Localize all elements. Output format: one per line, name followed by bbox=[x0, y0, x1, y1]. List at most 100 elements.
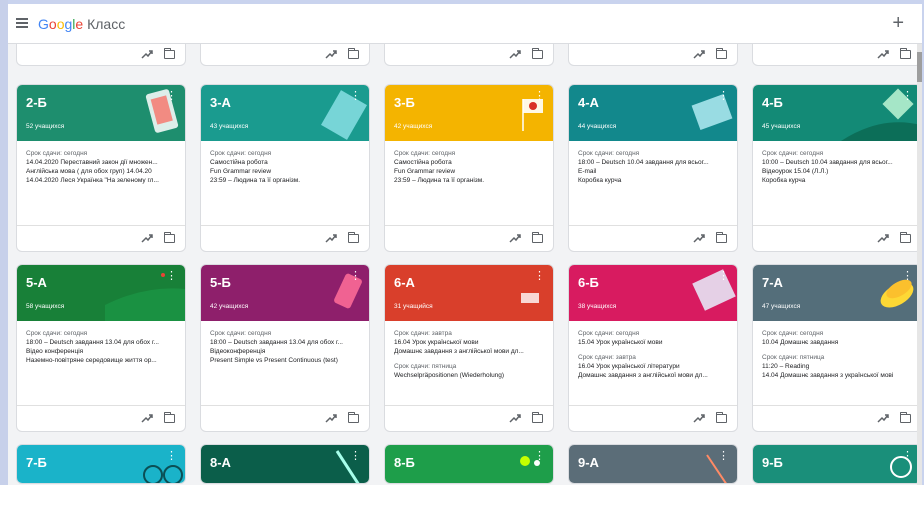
class-card-header[interactable]: 8-Б ⋮ bbox=[385, 445, 553, 483]
folder-icon[interactable] bbox=[532, 232, 543, 243]
assignment-link[interactable]: 14.04.2020 Леся Українка "На зеленому гл… bbox=[26, 176, 176, 185]
class-card-header[interactable]: 2-Б 52 учащихся ⋮ bbox=[17, 85, 185, 141]
class-card-header[interactable]: 4-Б 45 учащихся ⋮ bbox=[753, 85, 921, 141]
folder-icon[interactable] bbox=[348, 48, 359, 59]
assignment-link[interactable]: 23:59 – Людина та її організм. bbox=[394, 176, 544, 185]
class-card-header[interactable]: 5-А 58 учащихся ⋮ bbox=[17, 265, 185, 321]
assignment-link[interactable]: 18:00 – Deutsch завдання 13.04 для обох … bbox=[26, 338, 176, 347]
assignment-link[interactable]: Домашнє завдання з англійської мови дл..… bbox=[578, 371, 728, 380]
more-vert-icon[interactable]: ⋮ bbox=[718, 91, 729, 102]
class-name[interactable]: 7-Б bbox=[26, 455, 47, 470]
trending-up-icon[interactable] bbox=[509, 233, 521, 243]
plus-icon[interactable]: + bbox=[892, 13, 904, 33]
assignment-link[interactable]: 23:59 – Людина та її організм. bbox=[210, 176, 360, 185]
assignment-link[interactable]: Відеоурок 15.04 (Л.Л.) bbox=[762, 167, 912, 176]
assignment-link[interactable]: 10:00 – Deutsch 10.04 завдання для всьог… bbox=[762, 158, 912, 167]
assignment-link[interactable]: Самостійна робота bbox=[210, 158, 360, 167]
trending-up-icon[interactable] bbox=[141, 233, 153, 243]
more-vert-icon[interactable]: ⋮ bbox=[350, 451, 361, 462]
folder-icon[interactable] bbox=[900, 412, 911, 423]
class-card[interactable]: 8-А ⋮ bbox=[200, 444, 370, 484]
trending-up-icon[interactable] bbox=[693, 49, 705, 59]
class-name[interactable]: 9-А bbox=[578, 455, 599, 470]
assignment-link[interactable]: Відеоконференція bbox=[210, 347, 360, 356]
class-name[interactable]: 9-Б bbox=[762, 455, 783, 470]
folder-icon[interactable] bbox=[532, 412, 543, 423]
folder-icon[interactable] bbox=[164, 232, 175, 243]
class-card[interactable]: 3-Б 42 учащихся ⋮ Срок сдачи: сегодня Самост… bbox=[384, 84, 554, 252]
folder-icon[interactable] bbox=[532, 48, 543, 59]
folder-icon[interactable] bbox=[716, 48, 727, 59]
class-name[interactable]: 2-Б bbox=[26, 95, 47, 110]
assignment-link[interactable]: Коробка курча bbox=[762, 176, 912, 185]
more-vert-icon[interactable]: ⋮ bbox=[350, 91, 361, 102]
folder-icon[interactable] bbox=[900, 232, 911, 243]
class-card[interactable]: 4-Б 45 учащихся ⋮ Срок сдачи: сегодня 10:00 … bbox=[752, 84, 922, 252]
more-vert-icon[interactable]: ⋮ bbox=[718, 271, 729, 282]
class-card[interactable]: 5-А 58 учащихся ⋮ Срок сдачи: сегодня 18:00 … bbox=[16, 264, 186, 432]
more-vert-icon[interactable]: ⋮ bbox=[166, 91, 177, 102]
more-vert-icon[interactable]: ⋮ bbox=[902, 271, 913, 282]
class-card[interactable]: 6-А 31 учащийся ⋮ Срок сдачи: завтра 16.04 У… bbox=[384, 264, 554, 432]
folder-icon[interactable] bbox=[348, 412, 359, 423]
class-card-header[interactable]: 7-А 47 учащихся ⋮ bbox=[753, 265, 921, 321]
assignment-link[interactable]: Present Simple vs Present Continuous (te… bbox=[210, 356, 360, 365]
class-card-header[interactable]: 7-Б ⋮ bbox=[17, 445, 185, 483]
assignment-link[interactable]: 16.04 Урок української мови bbox=[394, 338, 544, 347]
class-card-header[interactable]: 6-Б 38 учащихся ⋮ bbox=[569, 265, 737, 321]
class-card[interactable]: 4-А 44 учащихся ⋮ Срок сдачи: сегодня 18:00 … bbox=[568, 84, 738, 252]
class-card-header[interactable]: 3-А 43 учащихся ⋮ bbox=[201, 85, 369, 141]
trending-up-icon[interactable] bbox=[877, 413, 889, 423]
trending-up-icon[interactable] bbox=[693, 233, 705, 243]
trending-up-icon[interactable] bbox=[509, 49, 521, 59]
class-card[interactable]: 6-Б 38 учащихся ⋮ Срок сдачи: сегодня 15.04 … bbox=[568, 264, 738, 432]
class-name[interactable]: 5-А bbox=[26, 275, 47, 290]
class-name[interactable]: 5-Б bbox=[210, 275, 231, 290]
assignment-link[interactable]: 18:00 – Deutsch 10.04 завдання для всьог… bbox=[578, 158, 728, 167]
folder-icon[interactable] bbox=[348, 232, 359, 243]
assignment-link[interactable]: Wechselpräpositionen (Wiederholung) bbox=[394, 371, 544, 380]
class-name[interactable]: 4-А bbox=[578, 95, 599, 110]
class-card[interactable]: 7-Б ⋮ bbox=[16, 444, 186, 484]
assignment-link[interactable]: 14.04.2020 Переставний закон дії множен.… bbox=[26, 158, 176, 167]
assignment-link[interactable]: Домашнє завдання з англійської мови дл..… bbox=[394, 347, 544, 356]
class-card[interactable]: 5-Б 42 учащихся ⋮ Срок сдачи: сегодня 18:00 … bbox=[200, 264, 370, 432]
brand-logo[interactable]: Google Класс bbox=[38, 16, 125, 32]
assignment-link[interactable]: 16.04 Урок української літератури bbox=[578, 362, 728, 371]
class-card-header[interactable]: 3-Б 42 учащихся ⋮ bbox=[385, 85, 553, 141]
folder-icon[interactable] bbox=[164, 48, 175, 59]
class-card-header[interactable]: 8-А ⋮ bbox=[201, 445, 369, 483]
assignment-link[interactable]: Англійська мова ( для обох груп) 14.04.2… bbox=[26, 167, 176, 176]
scrollbar-thumb[interactable] bbox=[917, 52, 922, 82]
trending-up-icon[interactable] bbox=[141, 49, 153, 59]
class-card-header[interactable]: 4-А 44 учащихся ⋮ bbox=[569, 85, 737, 141]
class-card[interactable]: 2-Б 52 учащихся ⋮ Срок сдачи: сегодня 14.04.… bbox=[16, 84, 186, 252]
class-name[interactable]: 7-А bbox=[762, 275, 783, 290]
assignment-link[interactable]: Самостійна робота bbox=[394, 158, 544, 167]
more-vert-icon[interactable]: ⋮ bbox=[902, 451, 913, 462]
folder-icon[interactable] bbox=[164, 412, 175, 423]
more-vert-icon[interactable]: ⋮ bbox=[350, 271, 361, 282]
trending-up-icon[interactable] bbox=[509, 413, 521, 423]
class-card-header[interactable]: 6-А 31 учащийся ⋮ bbox=[385, 265, 553, 321]
folder-icon[interactable] bbox=[716, 232, 727, 243]
class-card[interactable]: 3-А 43 учащихся ⋮ Срок сдачи: сегодня Самост… bbox=[200, 84, 370, 252]
assignment-link[interactable]: 14.04 Домашнє завдання з української мов… bbox=[762, 371, 912, 380]
assignment-link[interactable]: Відео конференція bbox=[26, 347, 176, 356]
class-card-header[interactable]: 9-А ⋮ bbox=[569, 445, 737, 483]
class-name[interactable]: 8-Б bbox=[394, 455, 415, 470]
trending-up-icon[interactable] bbox=[325, 49, 337, 59]
folder-icon[interactable] bbox=[900, 48, 911, 59]
class-card[interactable]: 7-А 47 учащихся ⋮ Срок сдачи: сегодня 10.04 … bbox=[752, 264, 922, 432]
assignment-link[interactable]: Fun Grammar review bbox=[394, 167, 544, 176]
class-card-header[interactable]: 9-Б ⋮ bbox=[753, 445, 921, 483]
class-card-header[interactable]: 5-Б 42 учащихся ⋮ bbox=[201, 265, 369, 321]
more-vert-icon[interactable]: ⋮ bbox=[166, 271, 177, 282]
assignment-link[interactable]: 18:00 – Deutsch завдання 13.04 для обох … bbox=[210, 338, 360, 347]
class-name[interactable]: 6-А bbox=[394, 275, 415, 290]
more-vert-icon[interactable]: ⋮ bbox=[534, 451, 545, 462]
class-name[interactable]: 3-А bbox=[210, 95, 231, 110]
class-card[interactable]: 9-А ⋮ bbox=[568, 444, 738, 484]
class-card[interactable]: 8-Б ⋮ bbox=[384, 444, 554, 484]
more-vert-icon[interactable]: ⋮ bbox=[534, 271, 545, 282]
